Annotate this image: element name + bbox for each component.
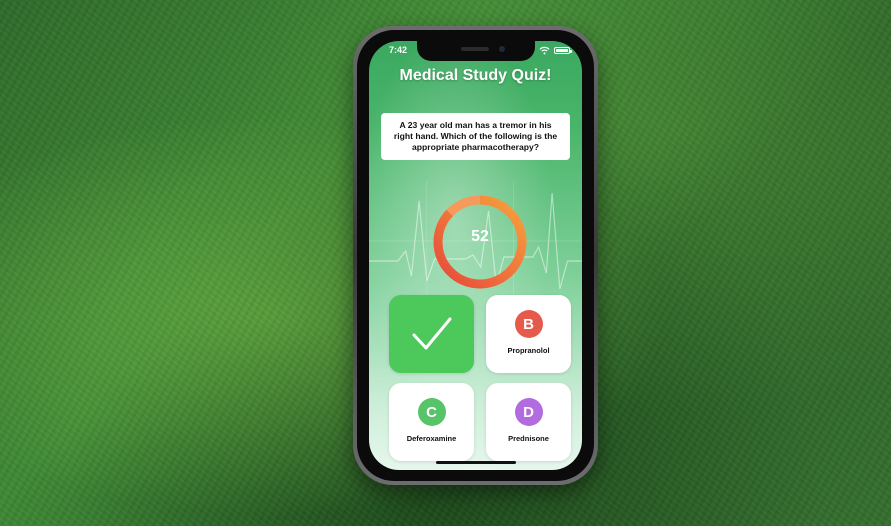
question-text: A 23 year old man has a tremor in his ri…: [393, 119, 558, 153]
timer-value: 52: [471, 228, 489, 245]
answer-grid: B Propranolol C Deferoxamine D Prednison…: [389, 295, 571, 463]
status-icons: [539, 46, 572, 55]
camera-icon: [498, 46, 505, 52]
answer-c[interactable]: C Deferoxamine: [389, 383, 474, 461]
answer-a-correct[interactable]: [389, 295, 474, 373]
home-indicator[interactable]: [435, 461, 516, 464]
letter-b-badge: B: [514, 310, 543, 338]
letter-d-badge: D: [514, 398, 543, 426]
app-title: Medical Study Quiz!: [399, 67, 552, 84]
answer-d-label: Prednisone: [508, 434, 549, 443]
answer-c-label: Deferoxamine: [406, 434, 457, 443]
answer-d[interactable]: D Prednisone: [486, 383, 571, 461]
app-screen: 7:42 Medical Study Quiz! A 23 year old m…: [369, 41, 582, 470]
countdown-timer: 52: [430, 192, 530, 292]
phone-bezel: 7:42 Medical Study Quiz! A 23 year old m…: [357, 30, 594, 481]
notch: [416, 41, 535, 61]
status-time: 7:42: [389, 45, 408, 55]
answer-b[interactable]: B Propranolol: [486, 295, 571, 373]
check-icon: [412, 317, 452, 350]
speaker-grille: [460, 47, 489, 51]
wifi-icon: [539, 46, 550, 55]
battery-icon: [554, 47, 572, 54]
letter-c-badge: C: [417, 398, 446, 426]
phone-frame: 7:42 Medical Study Quiz! A 23 year old m…: [353, 26, 598, 485]
answer-b-label: Propranolol: [507, 346, 550, 355]
question-card: A 23 year old man has a tremor in his ri…: [381, 113, 570, 160]
